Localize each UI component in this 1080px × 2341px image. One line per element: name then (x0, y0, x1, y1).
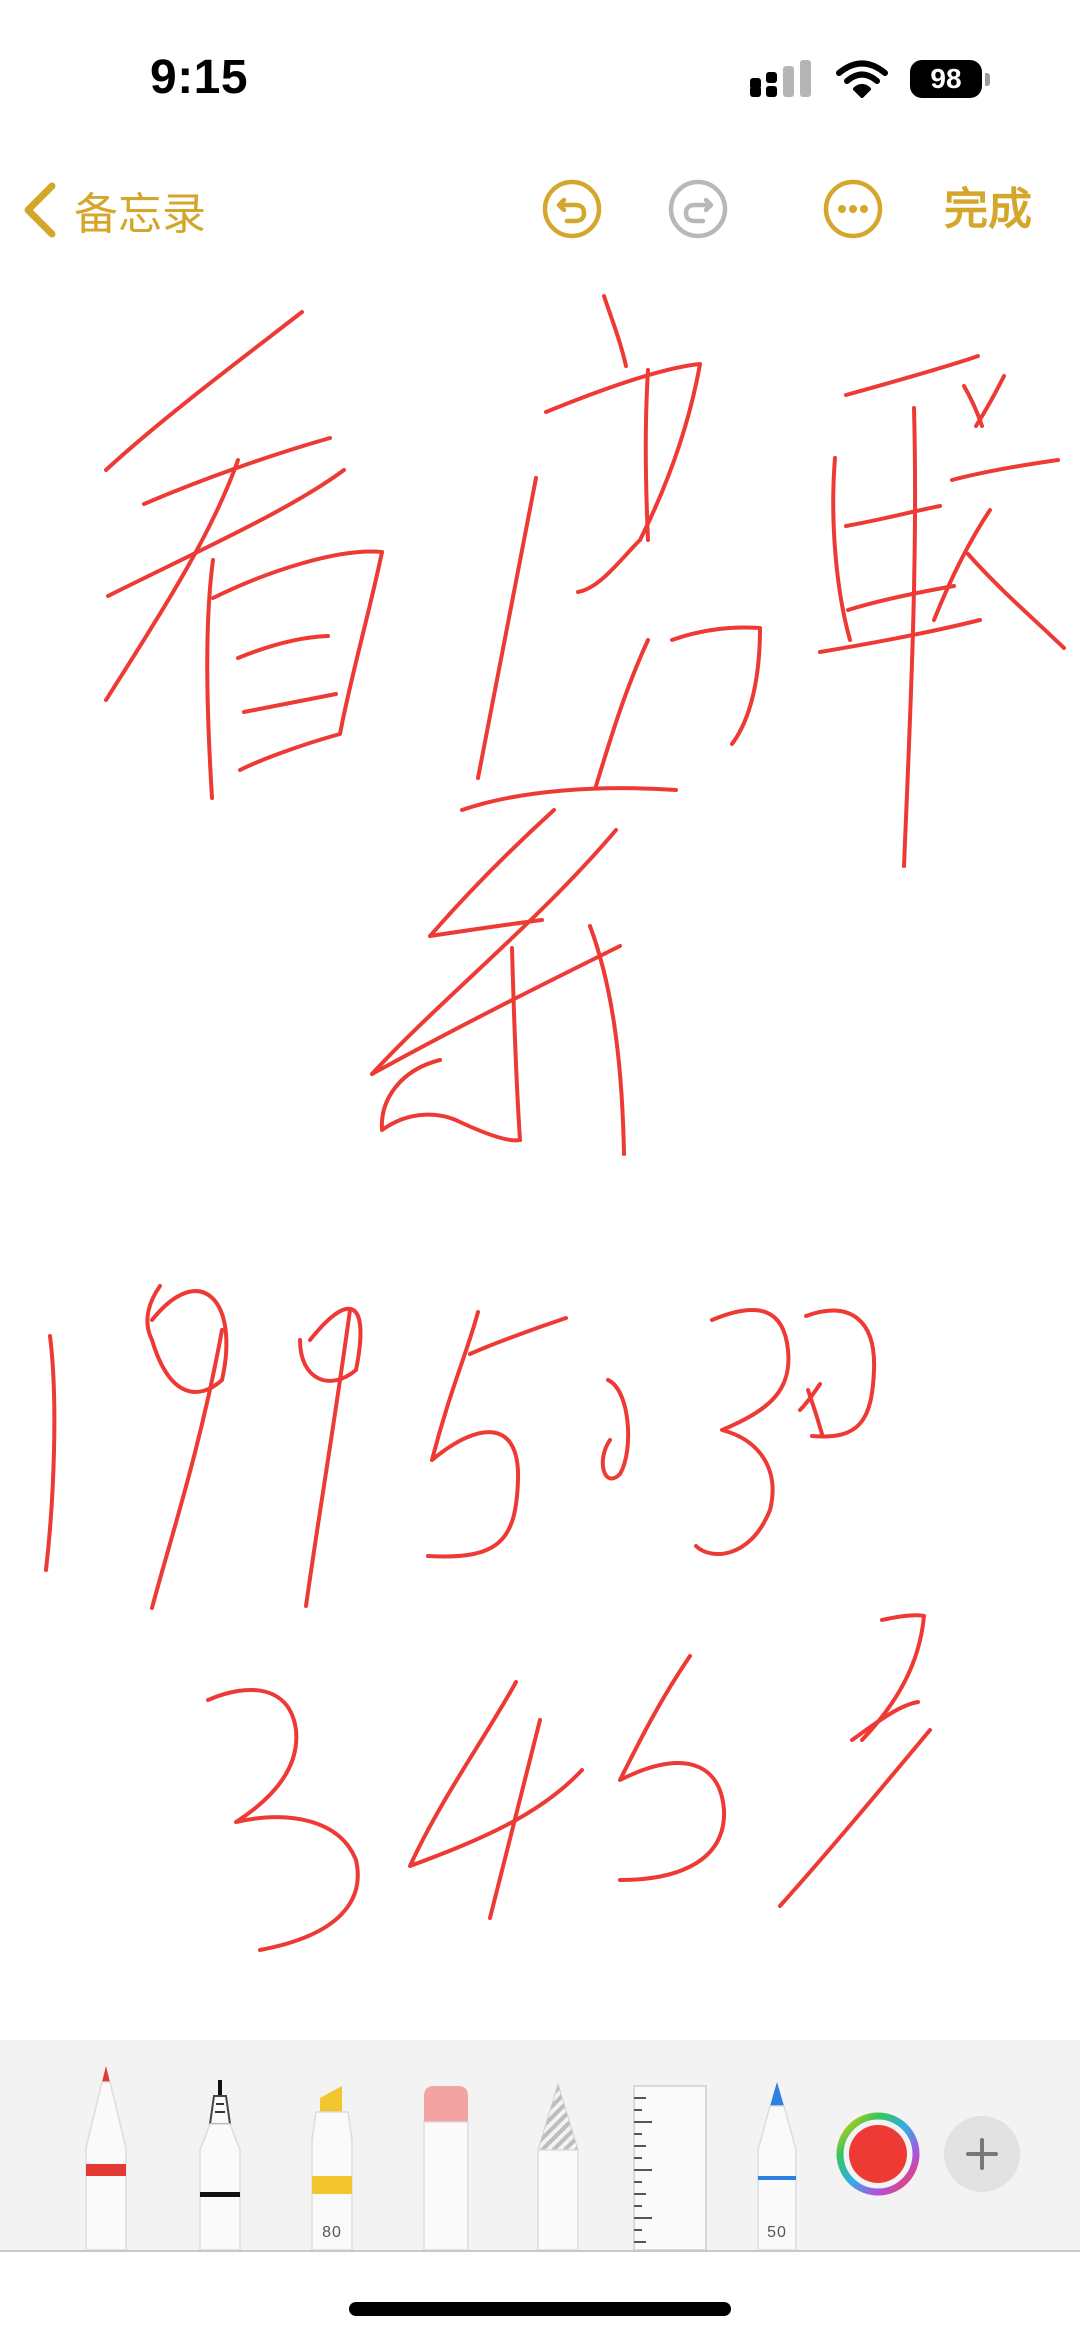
add-tool-button[interactable] (944, 2116, 1020, 2192)
lasso-icon (537, 2082, 579, 2250)
pencil-tool[interactable]: 50 (752, 2080, 802, 2250)
plus-icon (966, 2138, 998, 2170)
handwriting-char-fang (460, 294, 762, 812)
redo-icon (668, 179, 728, 239)
eraser-icon (423, 2086, 469, 2250)
chevron-left-icon (22, 182, 58, 238)
highlighter-tool[interactable]: 80 (302, 2082, 362, 2250)
ruler-tool[interactable] (632, 2084, 708, 2250)
handwriting-char-xi (370, 808, 626, 1156)
status-bar: 9:15 98 (0, 0, 1080, 160)
more-button[interactable] (822, 178, 884, 240)
color-wheel-icon (836, 2112, 920, 2196)
wifi-icon (836, 60, 888, 98)
back-label: 备忘录 (74, 190, 206, 239)
fineliner-icon (199, 2080, 241, 2250)
color-picker-button[interactable] (836, 2112, 920, 2196)
undo-icon (542, 179, 602, 239)
lasso-tool[interactable] (530, 2080, 586, 2250)
nav-bar: 备忘录 完成 (0, 160, 1080, 260)
handwriting-strokes (44, 294, 1066, 1952)
eraser-tool[interactable] (418, 2082, 474, 2250)
status-time: 9:15 (150, 51, 249, 104)
undo-button[interactable] (541, 178, 603, 240)
drawing-canvas[interactable] (0, 260, 1080, 2040)
notes-drawing-screen: 9:15 98 备忘录 完成 80 50 (0, 0, 1080, 2341)
pen-tool[interactable] (78, 2060, 134, 2250)
handwriting-char-kan (104, 310, 384, 800)
signal-icon (750, 60, 814, 98)
home-indicator (349, 2302, 731, 2316)
pen-icon (85, 2066, 127, 2250)
fineliner-tool[interactable] (192, 2080, 248, 2250)
marker-width-label: 80 (322, 2224, 342, 2241)
handwriting-line-3453 (206, 1613, 932, 1952)
handwriting-line-1995030 (44, 1284, 877, 1610)
redo-button[interactable] (667, 178, 729, 240)
status-icons: 98 (750, 58, 990, 100)
done-button[interactable]: 完成 (944, 180, 1032, 240)
battery-level: 98 (910, 60, 982, 98)
tool-palette: 80 50 (0, 2040, 1080, 2252)
back-button[interactable]: 备忘录 (22, 180, 206, 240)
ruler-icon (633, 2085, 707, 2250)
battery-icon: 98 (910, 60, 990, 98)
handwriting-char-lian (818, 354, 1066, 868)
more-icon (823, 179, 883, 239)
pencil-width-label: 50 (767, 2224, 787, 2241)
